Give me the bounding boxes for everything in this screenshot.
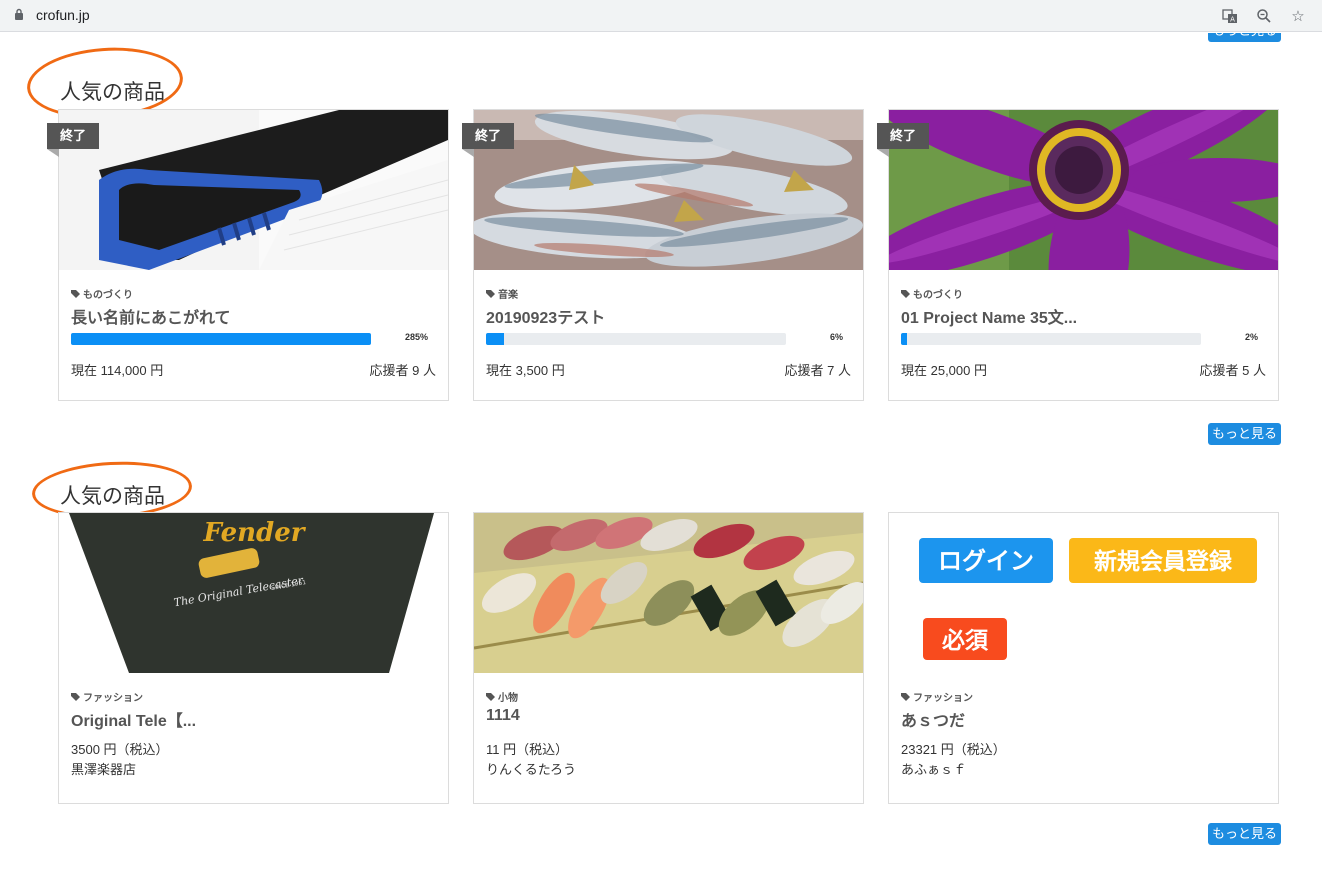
category-label[interactable]: 音楽 (486, 286, 518, 301)
category-label[interactable]: ファッション (901, 689, 973, 704)
seller-name[interactable]: あふぁｓｆ (901, 759, 966, 778)
current-amount: 現在 3,500 円 (486, 363, 565, 378)
product-image[interactable]: Fender The Original Telecaster SINCE 195… (59, 513, 448, 673)
progress-percent: 285% (404, 332, 428, 342)
product-price: 23321 円（税込） (901, 742, 1006, 757)
progress-bar (71, 333, 371, 345)
lock-icon (15, 8, 23, 20)
category-label[interactable]: ファッション (71, 689, 143, 704)
badge-fold (47, 149, 59, 157)
category-text: 音楽 (498, 290, 518, 301)
tag-icon (901, 289, 910, 298)
status-badge: 終了 (877, 123, 929, 149)
seller-name[interactable]: 黒澤楽器店 (71, 759, 136, 778)
progress-bar (901, 333, 1201, 345)
product-title[interactable]: Original Tele【... (71, 707, 196, 731)
product-card[interactable]: ログイン 新規会員登録 必須 ファッション あｓつだ 23321 円（税込） あ… (888, 512, 1279, 804)
project-title[interactable]: 01 Project Name 35文... (901, 304, 1077, 328)
project-image[interactable] (474, 110, 863, 270)
progress-bar (486, 333, 786, 345)
project-image[interactable] (59, 110, 448, 270)
status-badge: 終了 (462, 123, 514, 149)
progress-fill (486, 333, 504, 345)
tag-icon (901, 692, 910, 701)
product-title[interactable]: あｓつだ (901, 707, 965, 731)
project-card[interactable]: 終了 ものづくり 01 Project Name 35文... 2% 現在 25… (877, 109, 1279, 401)
category-text: ファッション (913, 693, 973, 704)
register-image-text: 新規会員登録 (1094, 548, 1233, 575)
progress-percent: 2% (1244, 332, 1258, 342)
project-card[interactable]: 終了 音楽 20190923テスト 6% 現在 3,500 円 応援者 7 人 (462, 109, 864, 401)
current-amount: 現在 25,000 円 (901, 363, 987, 378)
category-label[interactable]: ものづくり (71, 286, 133, 301)
login-image-text: ログイン (938, 547, 1034, 575)
progress-percent: 6% (829, 332, 843, 342)
progress-fill (901, 333, 907, 345)
bookmark-star-icon[interactable]: ☆ (1288, 6, 1308, 26)
status-badge: 終了 (47, 123, 99, 149)
category-text: ものづくり (83, 290, 133, 301)
more-button[interactable]: もっと見る (1208, 423, 1282, 445)
progress-fill (71, 333, 371, 345)
product-card[interactable]: Fender The Original Telecaster SINCE 195… (58, 512, 449, 804)
category-label[interactable]: 小物 (486, 689, 518, 704)
tag-icon (71, 289, 80, 298)
required-image-text: 必須 (942, 627, 989, 654)
category-text: ファッション (83, 693, 143, 704)
product-title[interactable]: 1114 (486, 707, 520, 725)
product-image[interactable]: ログイン 新規会員登録 必須 (889, 513, 1278, 673)
current-amount: 現在 114,000 円 (71, 363, 164, 378)
badge-fold (877, 149, 889, 157)
tag-icon (71, 692, 80, 701)
project-title[interactable]: 20190923テスト (486, 304, 605, 328)
category-label[interactable]: ものづくり (901, 286, 963, 301)
project-title[interactable]: 長い名前にあこがれて (71, 304, 231, 328)
product-price: 11 円（税込） (486, 742, 569, 757)
project-card[interactable]: 終了 ものづくり 長い名前にあこがれて 285% 現在 114,000 円 応援… (47, 109, 449, 401)
tag-icon (486, 289, 495, 298)
translate-icon[interactable]: A (1220, 6, 1240, 26)
tshirt-print-brand: Fender (203, 518, 307, 548)
url-text[interactable]: crofun.jp (36, 7, 90, 23)
product-price: 3500 円（税込） (71, 742, 169, 757)
zoom-icon[interactable] (1254, 6, 1274, 26)
product-image[interactable] (474, 513, 863, 673)
category-text: 小物 (498, 693, 518, 704)
browser-address-bar[interactable]: crofun.jp A ☆ (0, 0, 1322, 32)
project-image[interactable] (889, 110, 1278, 270)
supporter-count: 応援者 5 人 (1199, 363, 1266, 378)
tag-icon (486, 692, 495, 701)
supporter-count: 応援者 7 人 (784, 363, 851, 378)
more-button[interactable]: もっと見る (1208, 823, 1282, 845)
seller-name[interactable]: りんくるたろう (486, 759, 576, 778)
svg-text:A: A (1230, 16, 1235, 24)
product-card[interactable]: 小物 1114 11 円（税込） りんくるたろう (473, 512, 864, 804)
category-text: ものづくり (913, 290, 963, 301)
supporter-count: 応援者 9 人 (369, 363, 436, 378)
badge-fold (462, 149, 474, 157)
